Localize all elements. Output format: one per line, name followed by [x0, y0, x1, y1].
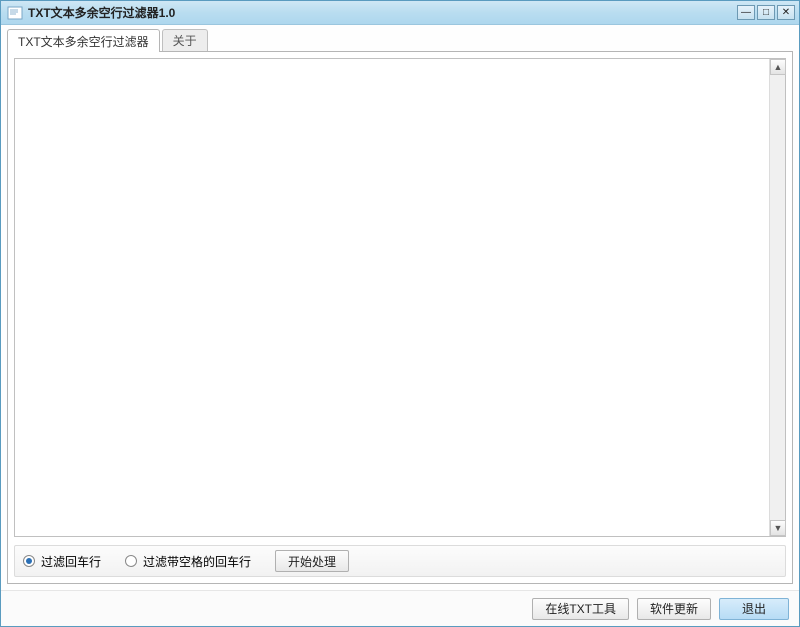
exit-button[interactable]: 退出 — [719, 598, 789, 620]
app-window: TXT文本多余空行过滤器1.0 — □ ✕ TXT文本多余空行过滤器 关于 ▲ … — [0, 0, 800, 627]
tab-about[interactable]: 关于 — [162, 29, 208, 51]
maximize-button[interactable]: □ — [757, 5, 775, 20]
titlebar[interactable]: TXT文本多余空行过滤器1.0 — □ ✕ — [1, 1, 799, 25]
radio-dot-icon — [23, 555, 35, 567]
update-button[interactable]: 软件更新 — [637, 598, 711, 620]
online-tools-button[interactable]: 在线TXT工具 — [532, 598, 629, 620]
close-button[interactable]: ✕ — [777, 5, 795, 20]
text-input[interactable] — [15, 59, 769, 536]
tab-main-label: TXT文本多余空行过滤器 — [18, 33, 149, 50]
window-controls: — □ ✕ — [737, 5, 795, 20]
window-title: TXT文本多余空行过滤器1.0 — [28, 4, 737, 21]
tab-about-label: 关于 — [173, 32, 197, 49]
radio-filter-space-cr[interactable]: 过滤带空格的回车行 — [125, 553, 251, 570]
textarea-container: ▲ ▼ — [14, 58, 786, 537]
options-row: 过滤回车行 过滤带空格的回车行 开始处理 — [14, 545, 786, 577]
start-button-label: 开始处理 — [288, 553, 336, 570]
radio-filter-cr-label: 过滤回车行 — [41, 553, 101, 570]
client-area: TXT文本多余空行过滤器 关于 ▲ ▼ 过滤回车行 — [1, 25, 799, 590]
tabstrip: TXT文本多余空行过滤器 关于 — [7, 29, 793, 51]
radio-filter-space-cr-label: 过滤带空格的回车行 — [143, 553, 251, 570]
exit-label: 退出 — [742, 600, 766, 617]
scroll-up-icon[interactable]: ▲ — [770, 59, 786, 75]
tabpage-main: ▲ ▼ 过滤回车行 过滤带空格的回车行 开始处理 — [7, 51, 793, 584]
app-icon — [7, 5, 23, 21]
radio-filter-cr[interactable]: 过滤回车行 — [23, 553, 101, 570]
start-button[interactable]: 开始处理 — [275, 550, 349, 572]
scroll-down-icon[interactable]: ▼ — [770, 520, 786, 536]
update-label: 软件更新 — [650, 600, 698, 617]
vertical-scrollbar[interactable]: ▲ ▼ — [769, 59, 785, 536]
radio-dot-icon — [125, 555, 137, 567]
minimize-button[interactable]: — — [737, 5, 755, 20]
online-tools-label: 在线TXT工具 — [545, 600, 616, 617]
footer: 在线TXT工具 软件更新 退出 — [1, 590, 799, 626]
tab-main[interactable]: TXT文本多余空行过滤器 — [7, 29, 160, 52]
